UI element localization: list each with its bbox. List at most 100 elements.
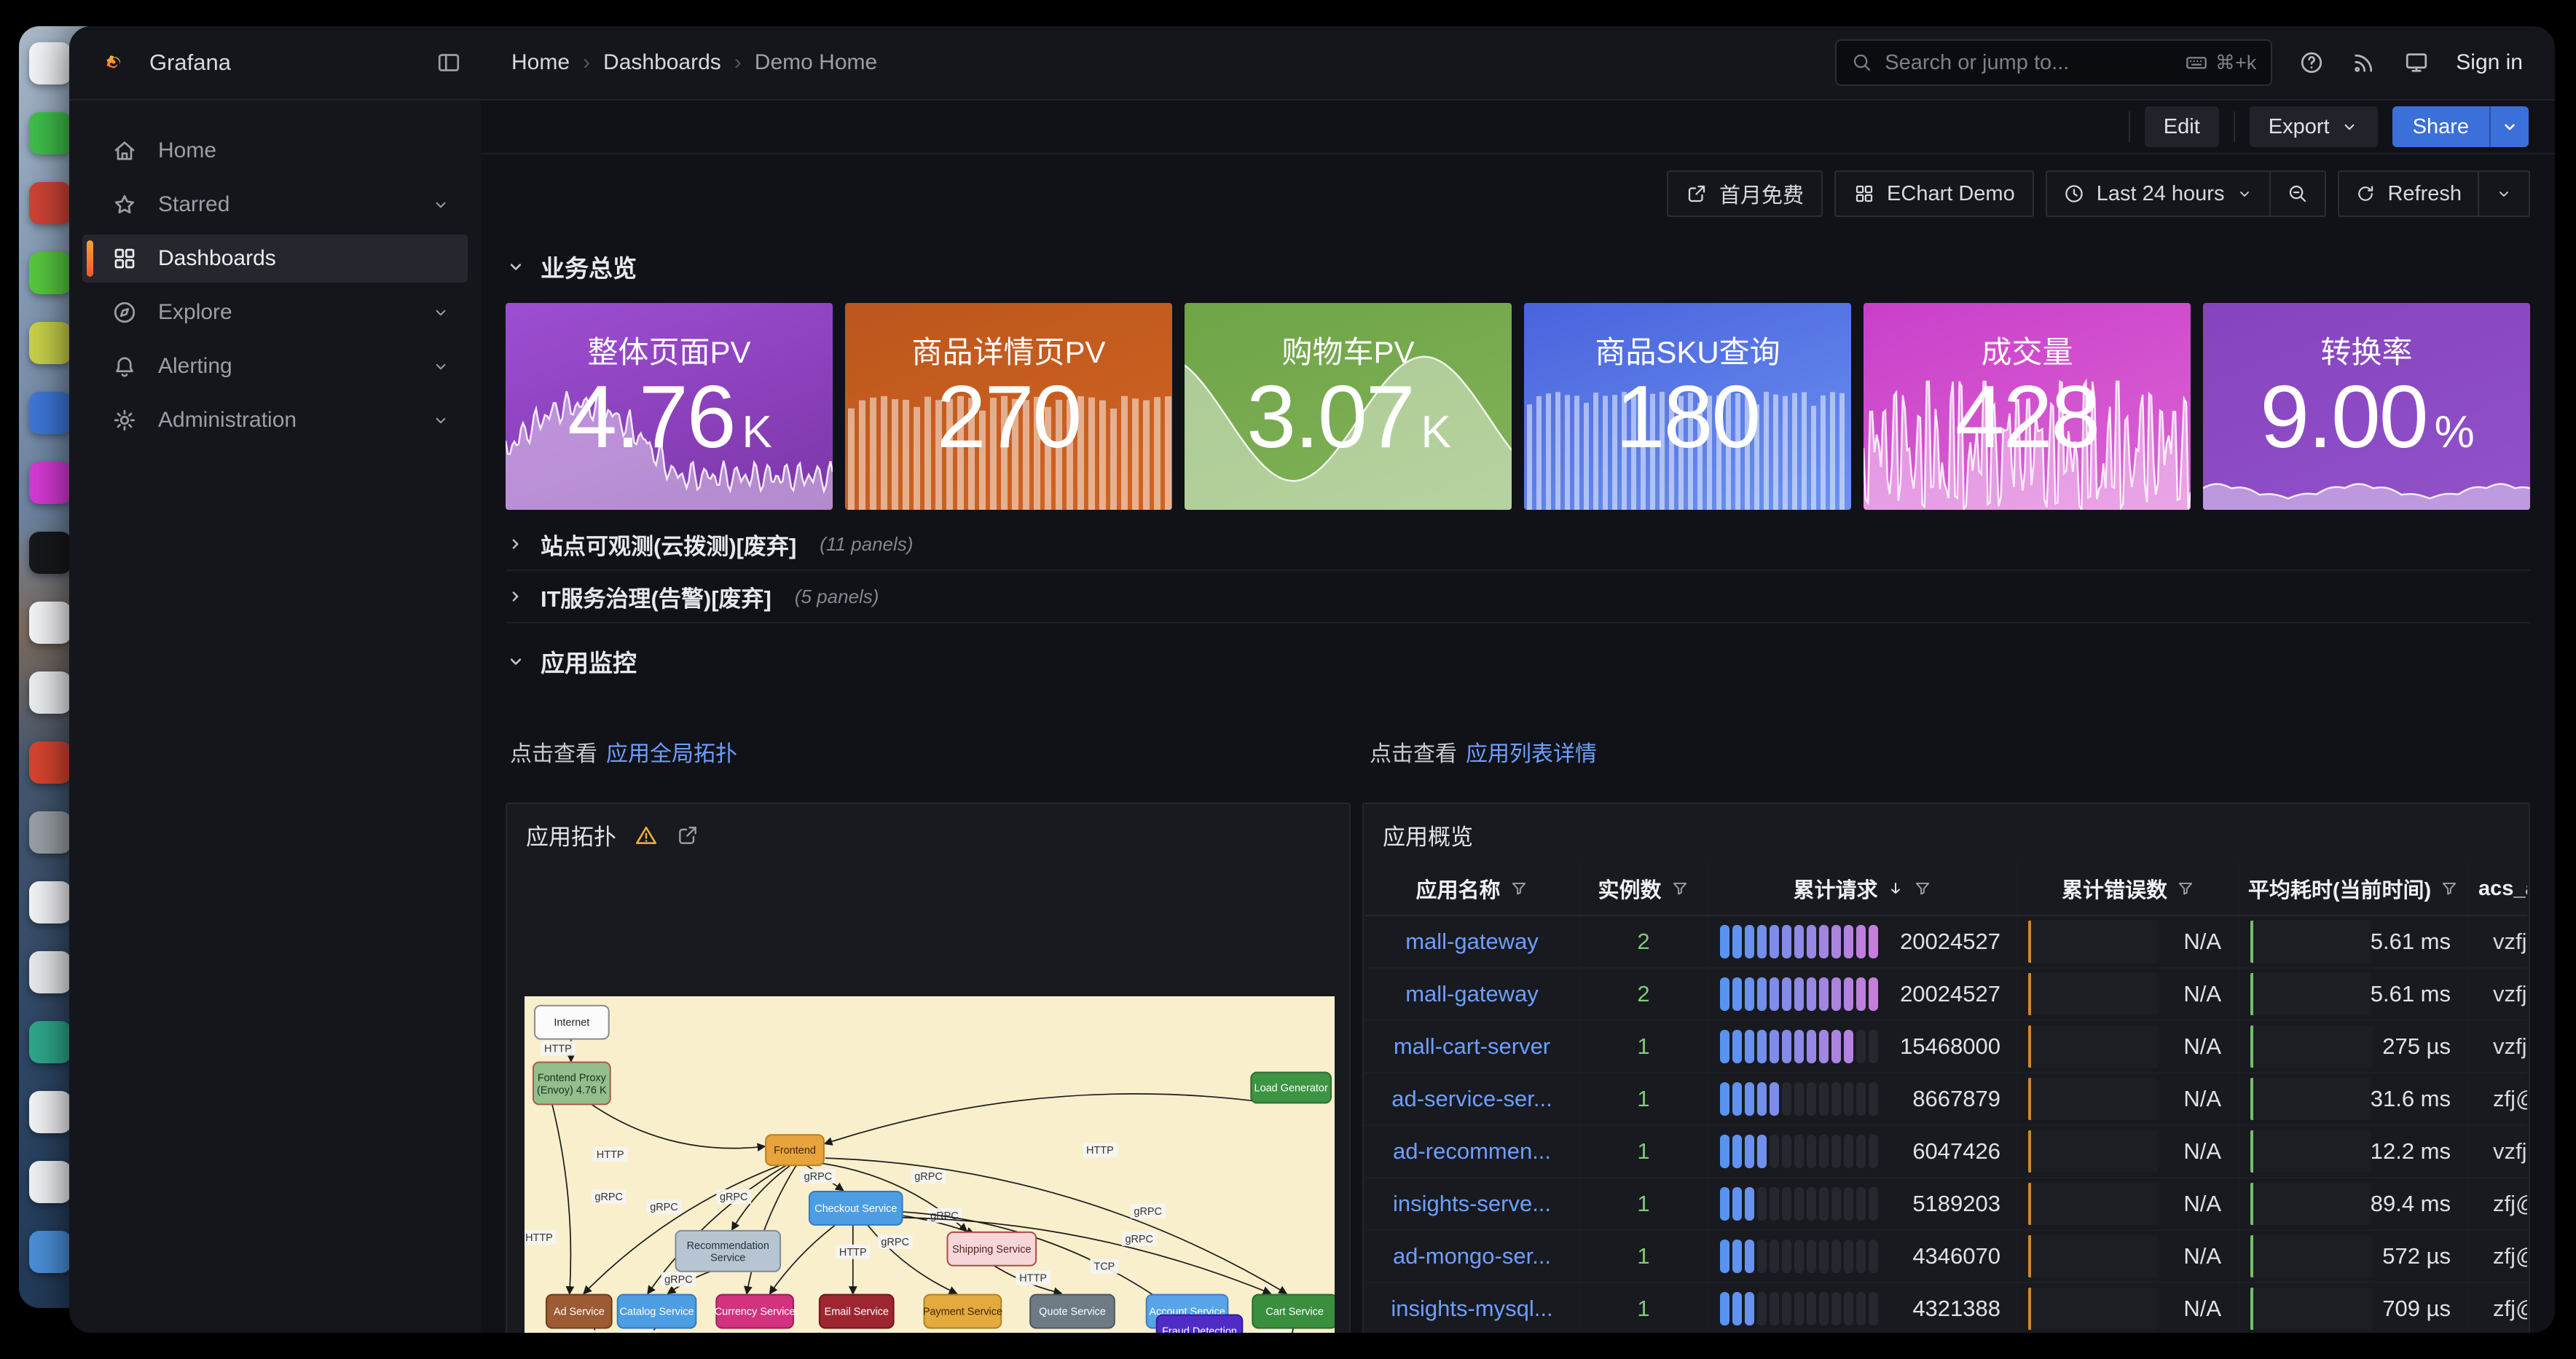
dock-app-icon[interactable] <box>29 322 71 364</box>
breadcrumb-item[interactable]: Home <box>511 50 570 75</box>
dock-app-icon[interactable] <box>29 741 71 784</box>
collapsed-row-header[interactable]: 站点可观测(云拨测)[废弃](11 panels) <box>506 519 2530 571</box>
topology-node-email[interactable]: Email Service <box>820 1295 894 1328</box>
topology-node-catalog[interactable]: Catalog Service <box>618 1295 696 1328</box>
topology-node-loadgen[interactable]: Load Generator <box>1251 1072 1331 1103</box>
time-range-picker[interactable]: Last 24 hours <box>2047 172 2270 216</box>
dock-app-icon[interactable] <box>29 811 71 854</box>
sidebar-item-starred[interactable]: Starred <box>82 181 468 229</box>
sidebar-item-dashboards[interactable]: Dashboards <box>82 235 468 283</box>
filter-icon[interactable] <box>2176 879 2195 898</box>
app-name-link[interactable]: mall-gateway <box>1405 929 1539 955</box>
app-name-link[interactable]: mall-gateway <box>1405 981 1539 1007</box>
topology-node-shipping[interactable]: Shipping Service <box>947 1232 1036 1266</box>
search-input[interactable]: Search or jump to... ⌘+k <box>1835 39 2272 86</box>
section-business-overview[interactable]: 业务总览 <box>506 249 2530 284</box>
topology-node-frontend[interactable]: Frontend <box>766 1135 824 1165</box>
filter-icon[interactable] <box>1913 879 1932 898</box>
dock-app-icon[interactable] <box>29 951 71 993</box>
dock-app-icon[interactable] <box>29 1021 71 1063</box>
filter-icon[interactable] <box>1509 879 1528 898</box>
sidebar-item-home[interactable]: Home <box>82 127 468 175</box>
export-button[interactable]: Export <box>2250 106 2378 147</box>
dock-app-icon[interactable] <box>29 392 71 434</box>
dock-app-icon[interactable] <box>29 671 71 714</box>
topology-panel-header[interactable]: 应用拓扑 <box>507 804 1349 866</box>
column-header[interactable]: 应用名称 <box>1365 862 1580 915</box>
stat-panel[interactable]: 转换率9.00% <box>2203 303 2530 510</box>
topology-node-payment[interactable]: Payment Service <box>923 1295 1002 1328</box>
topology-node-checkout[interactable]: Checkout Service <box>809 1191 903 1225</box>
display-icon[interactable] <box>2403 50 2430 76</box>
topology-node-ad[interactable]: Ad Service <box>546 1295 612 1328</box>
dock-app-icon[interactable] <box>29 462 71 504</box>
sidebar-toggle-icon[interactable] <box>436 50 462 76</box>
chevron-down-icon[interactable] <box>431 195 450 214</box>
chevron-down-icon[interactable] <box>431 357 450 376</box>
topology-node-fraud[interactable]: Fraud DetectionService <box>1157 1315 1243 1333</box>
app-name-link[interactable]: ad-recommen... <box>1393 1138 1551 1165</box>
global-topology-link[interactable]: 应用全局拓扑 <box>606 742 737 766</box>
stat-panel[interactable]: 商品SKU查询180 <box>1524 303 1851 510</box>
news-icon[interactable] <box>2351 50 2377 76</box>
stat-panel[interactable]: 购物车PV3.07K <box>1185 303 1512 510</box>
dock-app-icon[interactable] <box>29 42 71 84</box>
zoom-out-button[interactable] <box>2269 172 2325 216</box>
stat-panel[interactable]: 商品详情页PV270 <box>845 303 1172 510</box>
app-list-link[interactable]: 应用列表详情 <box>1466 742 1597 766</box>
sidebar-item-explore[interactable]: Explore <box>82 288 468 336</box>
dock-app-icon[interactable] <box>29 602 71 644</box>
edit-button[interactable]: Edit <box>2145 106 2219 147</box>
dock-app-icon[interactable] <box>29 1231 71 1273</box>
column-header[interactable]: 平均耗时(当前时间) <box>2240 862 2468 915</box>
topology-node-quote[interactable]: Quote Service <box>1030 1295 1115 1328</box>
topology-diagram[interactable]: HTTPHTTPHTTPHTTPgRPCgRPCgRPCgRPCgRPCgRPC… <box>525 996 1335 1333</box>
sidebar-item-alerting[interactable]: Alerting <box>82 342 468 390</box>
topology-node-cart[interactable]: Cart Service <box>1252 1295 1335 1328</box>
dock-app-icon[interactable] <box>29 1091 71 1133</box>
chevron-down-icon[interactable] <box>431 411 450 430</box>
breadcrumb-item[interactable]: Dashboards <box>603 50 721 75</box>
app-name-link[interactable]: mall-cart-server <box>1394 1033 1550 1060</box>
column-header[interactable]: 累计错误数 <box>2018 862 2240 915</box>
column-header[interactable]: 实例数 <box>1580 862 1708 915</box>
app-name-link[interactable]: ad-service-ser... <box>1391 1086 1552 1112</box>
column-header[interactable]: 累计请求 <box>1708 862 2018 915</box>
dock-app-icon[interactable] <box>29 532 71 574</box>
share-button[interactable]: Share <box>2392 106 2489 147</box>
dock-app-icon[interactable] <box>29 252 71 294</box>
section-app-monitor[interactable]: 应用监控 <box>506 644 2530 679</box>
breadcrumb[interactable]: Home›Dashboards›Demo Home <box>511 50 877 75</box>
stat-panel[interactable]: 整体页面PV4.76K <box>506 303 833 510</box>
dock-app-icon[interactable] <box>29 182 71 224</box>
warning-icon[interactable] <box>634 823 659 848</box>
topology-node-currency[interactable]: Currency Service <box>715 1295 796 1328</box>
help-icon[interactable] <box>2298 50 2325 76</box>
filter-icon[interactable] <box>1670 879 1689 898</box>
dashboard-scroll-area[interactable]: 首月免费 EChart Demo Last 24 hours <box>481 156 2555 1333</box>
stat-panel[interactable]: 成交量428 <box>1864 303 2191 510</box>
dock-app-icon[interactable] <box>29 1161 71 1203</box>
topology-node-proxy[interactable]: Fontend Proxy(Envoy) 4.76 K <box>533 1062 610 1104</box>
dock-app-icon[interactable] <box>29 881 71 923</box>
column-header[interactable]: acs_a <box>2468 862 2527 915</box>
refresh-interval-chevron[interactable] <box>2478 172 2529 216</box>
external-link-icon[interactable] <box>676 824 699 847</box>
sign-in-button[interactable]: Sign in <box>2456 50 2523 75</box>
app-name-link[interactable]: ad-mongo-ser... <box>1393 1243 1551 1269</box>
share-menu-chevron[interactable] <box>2489 106 2529 147</box>
app-name-link[interactable]: insights-mysql... <box>1391 1296 1552 1322</box>
table-panel-header[interactable]: 应用概览 <box>1364 804 2529 866</box>
dock-app-icon[interactable] <box>29 112 71 154</box>
sidebar-item-administration[interactable]: Administration <box>82 396 468 444</box>
refresh-button[interactable]: Refresh <box>2339 172 2478 216</box>
collapsed-row-header[interactable]: IT服务治理(告警)[废弃](5 panels) <box>506 571 2530 623</box>
breadcrumb-item[interactable]: Demo Home <box>755 50 877 75</box>
promo-link-button[interactable]: 首月免费 <box>1667 170 1823 217</box>
chevron-down-icon[interactable] <box>431 303 450 322</box>
app-name-link[interactable]: insights-serve... <box>1393 1191 1551 1217</box>
filter-icon[interactable] <box>2440 879 2459 898</box>
topology-node-recommend[interactable]: RecommendationService <box>675 1231 780 1272</box>
echart-demo-button[interactable]: EChart Demo <box>1834 170 2034 217</box>
topology-node-internet[interactable]: Internet <box>535 1006 609 1039</box>
